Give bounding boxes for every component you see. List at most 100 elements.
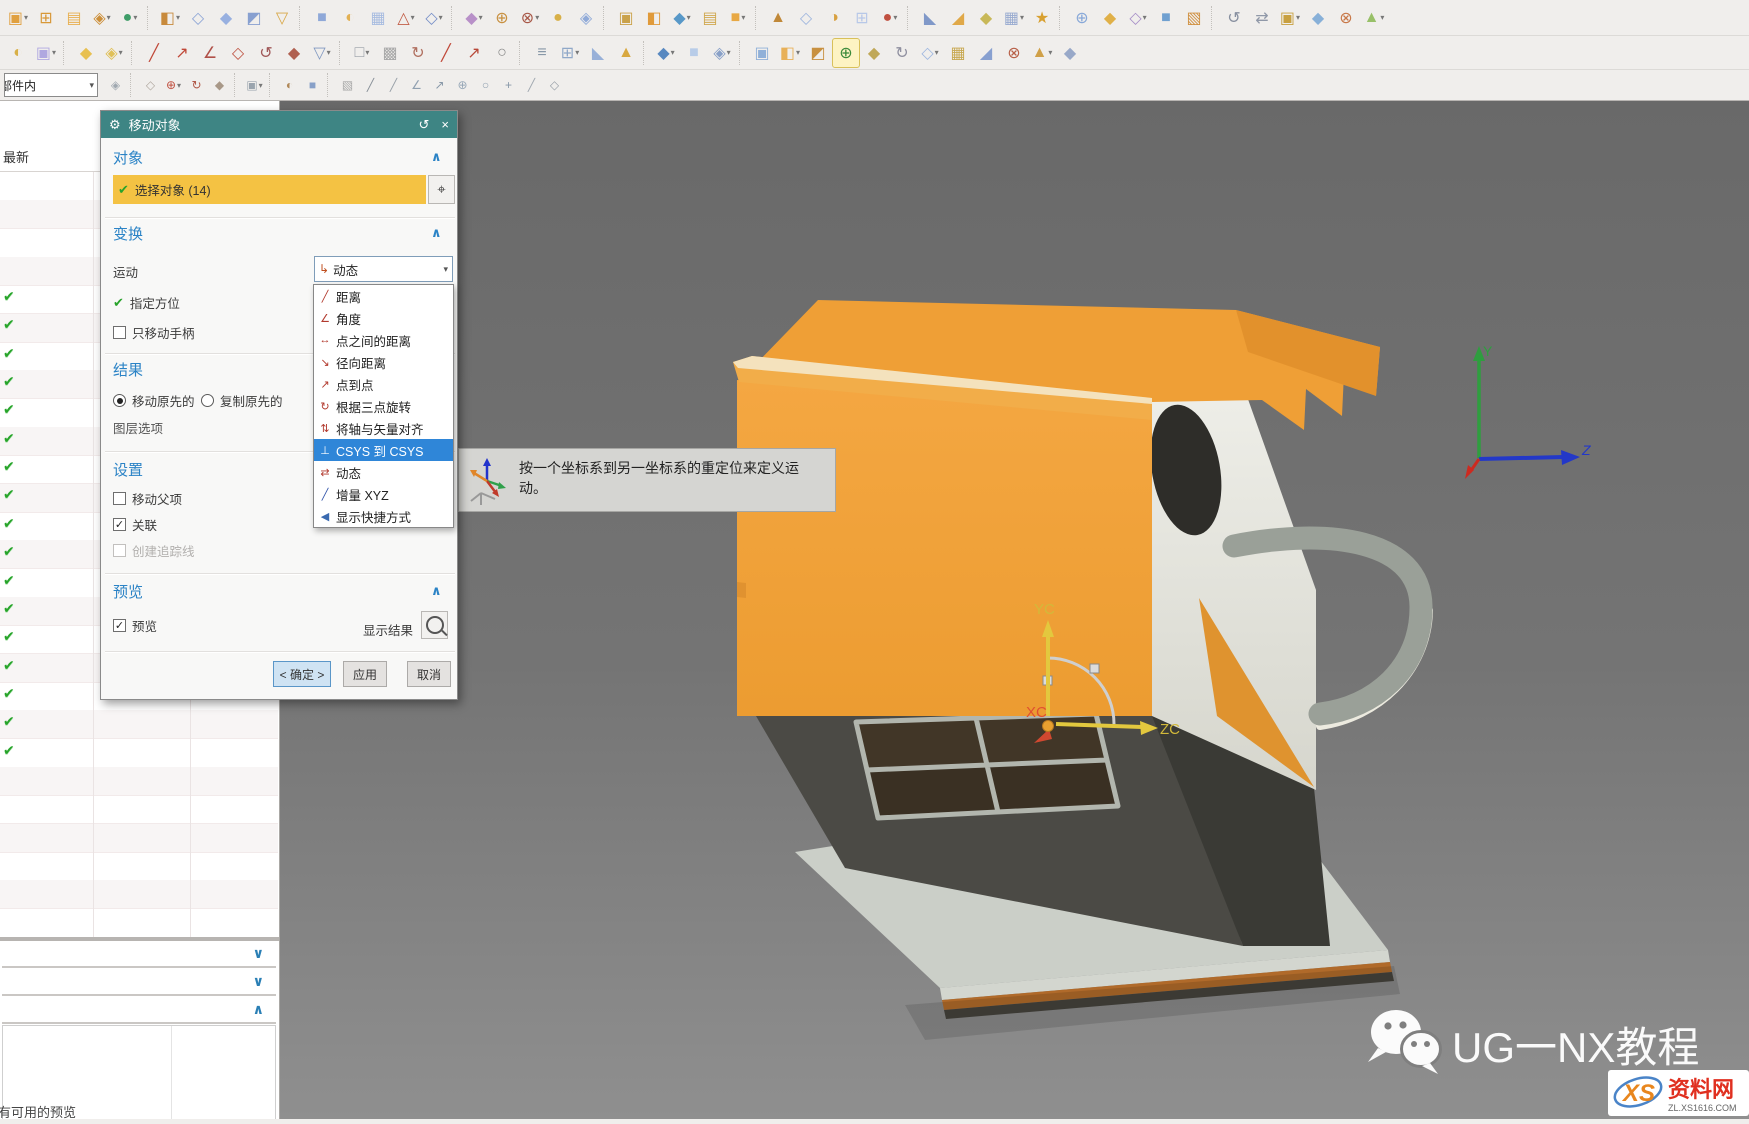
- tool-icon[interactable]: ◆: [213, 4, 239, 32]
- tool-icon[interactable]: ↺: [1221, 4, 1247, 32]
- feature-check-icon[interactable]: ✔: [3, 742, 15, 759]
- tool-icon[interactable]: ◆: [209, 74, 230, 96]
- feature-check-icon[interactable]: ✔: [3, 657, 15, 674]
- tool-icon[interactable]: ▽: [269, 4, 295, 32]
- tool-icon[interactable]: ⊕▾: [163, 74, 184, 96]
- tool-icon[interactable]: ◣: [917, 4, 943, 32]
- tool-icon[interactable]: ▦: [365, 4, 391, 32]
- tool-icon[interactable]: ▣▾: [244, 74, 265, 96]
- feature-check-icon[interactable]: ✔: [3, 685, 15, 702]
- tool-icon[interactable]: ●: [545, 4, 571, 32]
- reset-icon[interactable]: ↺: [419, 117, 430, 133]
- dropdown-item[interactable]: ↔点之间的距离: [314, 329, 453, 351]
- feature-check-icon[interactable]: ✔: [3, 486, 15, 503]
- ok-button[interactable]: < 确定 >: [273, 661, 331, 687]
- csys-rotate-handle[interactable]: [1090, 664, 1099, 673]
- tool-icon[interactable]: ◢: [945, 4, 971, 32]
- tool-icon[interactable]: ╱: [521, 74, 542, 96]
- tool-icon[interactable]: ▦: [945, 39, 971, 67]
- tool-icon[interactable]: ◩: [241, 4, 267, 32]
- tool-icon[interactable]: ◆: [1057, 39, 1083, 67]
- cancel-button[interactable]: 取消: [407, 661, 451, 687]
- feature-check-icon[interactable]: ✔: [3, 628, 15, 645]
- tool-icon[interactable]: ▩: [377, 39, 403, 67]
- chevron-up-icon[interactable]: ∧: [431, 149, 442, 165]
- chevron-up-icon[interactable]: ∧: [253, 1001, 264, 1018]
- close-icon[interactable]: ×: [441, 117, 449, 132]
- tool-icon[interactable]: ⊕: [489, 4, 515, 32]
- tool-icon[interactable]: ◆: [861, 39, 887, 67]
- feature-check-icon[interactable]: ✔: [3, 316, 15, 333]
- feature-check-icon[interactable]: ✔: [3, 345, 15, 362]
- navigator-section-bar[interactable]: ∨: [2, 941, 276, 968]
- tool-icon[interactable]: ▲▾: [1029, 39, 1055, 67]
- tool-icon[interactable]: ▤: [61, 4, 87, 32]
- dialog-titlebar[interactable]: ⚙ 移动对象 ↺ ×: [101, 111, 457, 138]
- feature-check-icon[interactable]: ✔: [3, 430, 15, 447]
- feature-check-icon[interactable]: ✔: [3, 515, 15, 532]
- triad-z-axis[interactable]: [1479, 457, 1564, 459]
- tool-icon[interactable]: ▣▾: [1277, 4, 1303, 32]
- tool-icon[interactable]: ◆: [973, 4, 999, 32]
- tool-icon[interactable]: ▤: [697, 4, 723, 32]
- chevron-up-icon[interactable]: ∧: [431, 583, 442, 599]
- navigator-row[interactable]: [0, 767, 278, 796]
- select-object-field[interactable]: ✔ 选择对象 (14): [113, 175, 426, 204]
- dropdown-item[interactable]: ↗点到点: [314, 373, 453, 395]
- point-dialog-button[interactable]: ⌖: [428, 175, 455, 204]
- tool-icon[interactable]: ●▾: [877, 4, 903, 32]
- csys-origin[interactable]: [1043, 721, 1054, 732]
- tool-icon[interactable]: ▲: [613, 39, 639, 67]
- tool-icon[interactable]: ∠: [197, 39, 223, 67]
- tool-icon[interactable]: ⊞: [849, 4, 875, 32]
- preview-checkbox[interactable]: ✓ 预览: [113, 616, 157, 635]
- tool-icon[interactable]: ⊕: [452, 74, 473, 96]
- tool-icon[interactable]: ▣▾: [33, 39, 59, 67]
- dropdown-item[interactable]: ∠角度: [314, 307, 453, 329]
- tool-icon[interactable]: ╱: [141, 39, 167, 67]
- tool-icon[interactable]: ◇: [185, 4, 211, 32]
- tool-icon[interactable]: ◈▾: [101, 39, 127, 67]
- tool-icon[interactable]: ◈▾: [709, 39, 735, 67]
- section-transform-header[interactable]: 变换: [113, 223, 143, 244]
- navigator-row[interactable]: [0, 852, 278, 881]
- tool-icon[interactable]: ■▾: [725, 4, 751, 32]
- section-object-header[interactable]: 对象: [113, 147, 143, 168]
- show-result-button[interactable]: [421, 611, 448, 639]
- tool-icon[interactable]: ◣: [585, 39, 611, 67]
- tool-icon[interactable]: ◆▾: [653, 39, 679, 67]
- tool-icon[interactable]: ◧▾: [777, 39, 803, 67]
- tool-icon[interactable]: ↻: [889, 39, 915, 67]
- tool-icon[interactable]: ◆▾: [461, 4, 487, 32]
- feature-check-icon[interactable]: ✔: [3, 543, 15, 560]
- tool-icon[interactable]: ⊗: [1001, 39, 1027, 67]
- associative-checkbox[interactable]: ✓ 关联: [113, 515, 157, 534]
- tool-icon[interactable]: ◇▾: [917, 39, 943, 67]
- feature-check-icon[interactable]: ✔: [3, 713, 15, 730]
- tool-icon[interactable]: ⊕: [833, 39, 859, 67]
- feature-check-icon[interactable]: ✔: [3, 572, 15, 589]
- tool-icon[interactable]: ○: [475, 74, 496, 96]
- tool-icon[interactable]: ▧: [337, 74, 358, 96]
- tool-icon[interactable]: ◈: [105, 74, 126, 96]
- feature-check-icon[interactable]: ✔: [3, 373, 15, 390]
- tool-icon[interactable]: ■: [681, 39, 707, 67]
- apply-button[interactable]: 应用: [343, 661, 387, 687]
- navigator-section-bar[interactable]: ∧: [2, 997, 276, 1024]
- tool-icon[interactable]: ◧: [641, 4, 667, 32]
- section-settings-header[interactable]: 设置: [113, 459, 143, 480]
- tool-icon[interactable]: ↺: [253, 39, 279, 67]
- dropdown-item[interactable]: ╱距离: [314, 285, 453, 307]
- tool-icon[interactable]: ●▾: [117, 4, 143, 32]
- tool-icon[interactable]: ⊞▾: [557, 39, 583, 67]
- feature-check-icon[interactable]: ✔: [3, 288, 15, 305]
- tool-icon[interactable]: ⊗▾: [517, 4, 543, 32]
- move-original-radio[interactable]: 移动原先的: [113, 391, 195, 410]
- tool-icon[interactable]: ◆: [281, 39, 307, 67]
- dropdown-item[interactable]: ◀显示快捷方式: [314, 505, 453, 527]
- tool-icon[interactable]: ╱: [383, 74, 404, 96]
- tool-icon[interactable]: ◐: [337, 4, 363, 32]
- dropdown-item[interactable]: ⇅将轴与矢量对齐: [314, 417, 453, 439]
- section-result-header[interactable]: 结果: [113, 359, 143, 380]
- section-preview-header[interactable]: 预览: [113, 581, 143, 602]
